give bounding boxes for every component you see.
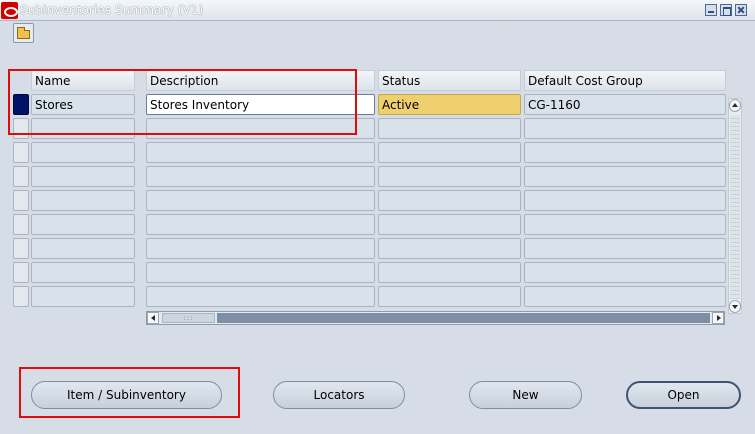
cell-description-empty[interactable]	[146, 286, 375, 307]
folder-icon	[17, 27, 30, 39]
cell-name-empty[interactable]	[31, 166, 135, 187]
cell-status-empty[interactable]	[378, 190, 521, 211]
title-bar: Subinventories Summary (V1)	[0, 0, 755, 21]
cell-status-empty[interactable]	[378, 142, 521, 163]
open-folder-button[interactable]	[13, 23, 34, 43]
cell-status-empty[interactable]	[378, 262, 521, 283]
cell-cost-group-empty[interactable]	[524, 142, 726, 163]
cell-name-empty[interactable]	[31, 238, 135, 259]
horizontal-scroll-track[interactable]	[217, 313, 710, 323]
scroll-up-icon[interactable]	[729, 99, 741, 112]
cell-status-empty[interactable]	[378, 238, 521, 259]
cell-name-empty[interactable]	[31, 262, 135, 283]
cell-description-empty[interactable]	[146, 142, 375, 163]
record-indicator[interactable]	[13, 142, 29, 163]
locators-button[interactable]: Locators	[273, 381, 405, 409]
scroll-down-icon[interactable]	[729, 300, 741, 313]
cell-name-empty[interactable]	[31, 214, 135, 235]
cell-status[interactable]: Active	[378, 94, 521, 115]
cell-name-empty[interactable]	[31, 190, 135, 211]
annotation-highlight-button	[19, 367, 240, 418]
column-header-default-cost-group[interactable]: Default Cost Group	[524, 70, 726, 91]
record-indicator[interactable]	[13, 238, 29, 259]
cell-cost-group-empty[interactable]	[524, 190, 726, 211]
scroll-left-icon[interactable]	[147, 312, 159, 324]
record-indicator[interactable]	[13, 286, 29, 307]
cell-name-empty[interactable]	[31, 286, 135, 307]
record-indicator[interactable]	[13, 166, 29, 187]
window-title: Subinventories Summary (V1)	[20, 3, 204, 17]
new-button[interactable]: New	[469, 381, 582, 409]
scroll-right-icon[interactable]	[712, 312, 724, 324]
vertical-scrollbar[interactable]	[728, 98, 742, 314]
open-button[interactable]: Open	[626, 381, 741, 409]
cell-cost-group-empty[interactable]	[524, 262, 726, 283]
horizontal-scroll-thumb[interactable]: :::	[162, 313, 215, 323]
cell-description-empty[interactable]	[146, 238, 375, 259]
cell-name-empty[interactable]	[31, 142, 135, 163]
cell-cost-group-empty[interactable]	[524, 166, 726, 187]
cell-description-empty[interactable]	[146, 166, 375, 187]
cell-cost-group-empty[interactable]	[524, 286, 726, 307]
cell-description-empty[interactable]	[146, 262, 375, 283]
cell-default-cost-group[interactable]: CG-1160	[524, 94, 726, 115]
column-header-status[interactable]: Status	[378, 70, 521, 91]
cell-status-empty[interactable]	[378, 286, 521, 307]
annotation-highlight-row	[8, 69, 357, 135]
cell-status-empty[interactable]	[378, 214, 521, 235]
cell-description-empty[interactable]	[146, 190, 375, 211]
cell-description-empty[interactable]	[146, 214, 375, 235]
horizontal-scrollbar[interactable]: :::	[146, 311, 725, 325]
vertical-scroll-thumb[interactable]	[730, 115, 740, 299]
cell-status-empty[interactable]	[378, 118, 521, 139]
record-indicator[interactable]	[13, 262, 29, 283]
cell-cost-group-empty[interactable]	[524, 118, 726, 139]
cell-cost-group-empty[interactable]	[524, 214, 726, 235]
record-indicator[interactable]	[13, 190, 29, 211]
oracle-logo-icon	[1, 2, 18, 19]
maximize-button[interactable]	[720, 4, 732, 16]
record-indicator[interactable]	[13, 214, 29, 235]
cell-cost-group-empty[interactable]	[524, 238, 726, 259]
minimize-button[interactable]	[705, 4, 717, 16]
cell-status-empty[interactable]	[378, 166, 521, 187]
close-button[interactable]	[735, 4, 747, 16]
